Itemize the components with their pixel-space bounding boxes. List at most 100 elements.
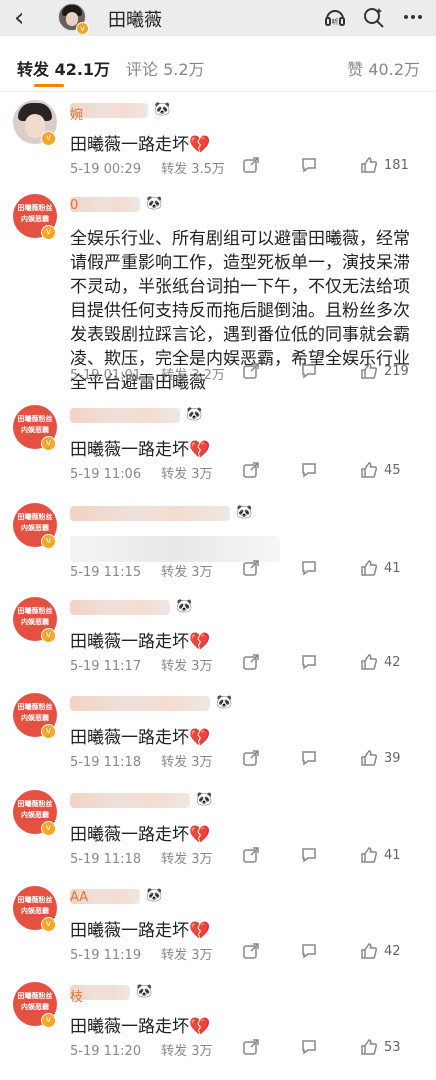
timestamp: 5-19 11:18 — [70, 852, 142, 867]
comment-icon[interactable] — [300, 461, 318, 483]
thumbs-up-icon[interactable] — [360, 362, 378, 384]
avatar-logo-text: 田曦薇粉丝 内娱恶霸 — [17, 800, 53, 819]
panda-icon: 🐼 — [154, 102, 171, 117]
panda-icon: 🐼 — [236, 505, 253, 520]
username[interactable] — [70, 507, 210, 523]
avatar-logo-text: 田曦薇粉丝 内娱恶霸 — [17, 896, 53, 915]
timestamp: 5-19 11:06 — [70, 467, 142, 482]
comment-icon[interactable] — [300, 156, 318, 178]
share-icon[interactable] — [242, 653, 260, 675]
share-icon[interactable] — [242, 749, 260, 771]
share-icon[interactable] — [242, 1038, 260, 1060]
share-icon[interactable] — [242, 156, 260, 178]
thumbs-up-icon[interactable] — [360, 461, 378, 483]
username[interactable]: 0 — [70, 198, 210, 214]
comment-meta: 5-19 11:06 转发 3万 — [70, 463, 213, 482]
verified-badge-icon: v — [41, 724, 56, 739]
avatar-logo-text: 田曦薇粉丝 内娱恶霸 — [17, 513, 53, 532]
tab-comments[interactable]: 评论 5.2万 — [126, 56, 205, 80]
comment-text: 田曦薇一路走坏💔 — [70, 440, 211, 460]
comment-actions: 39 — [236, 749, 436, 769]
comment-icon[interactable] — [300, 846, 318, 868]
repost-count: 转发 3.5万 — [161, 162, 225, 177]
panda-icon: 🐼 — [216, 695, 233, 710]
comment-actions: 219 — [236, 362, 436, 382]
panda-icon: 🐼 — [146, 196, 163, 211]
thumbs-up-icon[interactable] — [360, 942, 378, 964]
thumbs-up-icon[interactable] — [360, 846, 378, 868]
username[interactable]: 婉 — [70, 104, 210, 120]
comment-text: 田曦薇一路走坏💔 — [70, 921, 211, 941]
more-icon[interactable] — [400, 6, 426, 30]
comment-meta: 5-19 11:19 转发 3万 — [70, 944, 213, 963]
timestamp: 5-19 01:01 — [70, 368, 142, 383]
share-icon[interactable] — [242, 461, 260, 483]
comment-actions: 45 — [236, 461, 436, 481]
share-icon[interactable] — [242, 846, 260, 868]
timestamp: 5-19 11:15 — [70, 565, 142, 580]
avatar-logo-text: 田曦薇粉丝 内娱恶霸 — [17, 703, 53, 722]
thumbs-up-icon[interactable] — [360, 559, 378, 581]
username[interactable] — [70, 697, 210, 713]
comment-meta: 5-19 01:01 转发 3.2万 — [70, 364, 225, 383]
share-icon[interactable] — [242, 559, 260, 581]
search-star-icon[interactable] — [361, 6, 387, 30]
verified-badge-icon: v — [41, 131, 56, 146]
panda-icon: 🐼 — [196, 792, 213, 807]
comment-icon[interactable] — [300, 653, 318, 675]
repost-count: 转发 3.2万 — [161, 368, 225, 383]
chevron-left-icon[interactable]: ‹ — [14, 5, 24, 31]
thumbs-up-icon[interactable] — [360, 1038, 378, 1060]
comment-icon[interactable] — [300, 362, 318, 384]
repost-count: 转发 3万 — [161, 565, 213, 580]
svg-text:听: 听 — [331, 17, 338, 26]
like-count: 42 — [384, 944, 401, 959]
thumbs-up-icon[interactable] — [360, 653, 378, 675]
comment-text: 田曦薇一路走坏💔 — [70, 728, 211, 748]
thumbs-up-icon[interactable] — [360, 156, 378, 178]
verified-badge-icon: v — [41, 821, 56, 836]
share-icon[interactable] — [242, 362, 260, 384]
tab-repost[interactable]: 转发 42.1万 — [17, 56, 110, 80]
avatar-logo-text: 田曦薇粉丝 内娱恶霸 — [17, 204, 53, 223]
top-actions: 听 — [314, 6, 426, 32]
like-count: 39 — [384, 751, 401, 766]
timestamp: 5-19 00:29 — [70, 162, 142, 177]
comment-text: 田曦薇一路走坏💔 — [70, 632, 211, 652]
comment-actions: 181 — [236, 156, 436, 176]
username[interactable]: AA — [70, 890, 210, 906]
like-count: 41 — [384, 561, 401, 576]
verified-badge-icon: v — [41, 225, 56, 240]
comment-actions: 42 — [236, 942, 436, 962]
repost-count: 转发 3万 — [161, 852, 213, 867]
verified-badge-icon: v — [41, 534, 56, 549]
comment-icon[interactable] — [300, 1038, 318, 1060]
listen-icon[interactable]: 听 — [322, 6, 348, 30]
comment-actions: 41 — [236, 559, 436, 579]
comment-icon[interactable] — [300, 749, 318, 771]
repost-count: 转发 3万 — [161, 948, 213, 963]
repost-count: 转发 3万 — [161, 659, 213, 674]
repost-count: 转发 3万 — [161, 1044, 213, 1059]
comment-text: 田曦薇一路走坏💔 — [70, 825, 211, 845]
share-icon[interactable] — [242, 942, 260, 964]
avatar-logo-text: 田曦薇粉丝 内娱恶霸 — [17, 992, 53, 1011]
comment-meta: 5-19 11:18 转发 3万 — [70, 848, 213, 867]
panda-icon: 🐼 — [146, 888, 163, 903]
tab-likes[interactable]: 赞 40.2万 — [347, 56, 420, 80]
tab-bar: 转发 42.1万 评论 5.2万 赞 40.2万 — [0, 36, 436, 92]
avatar-logo-text: 田曦薇粉丝 内娱恶霸 — [17, 607, 53, 626]
comment-actions: 53 — [236, 1038, 436, 1058]
verified-badge-icon: v — [41, 628, 56, 643]
username[interactable] — [70, 794, 210, 810]
comment-text: 田曦薇一路走坏💔 — [70, 135, 211, 155]
comment-meta: 5-19 00:29 转发 3.5万 — [70, 158, 225, 177]
like-count: 181 — [384, 158, 409, 173]
comment-text: 田曦薇一路走坏💔 — [70, 1017, 211, 1037]
thumbs-up-icon[interactable] — [360, 749, 378, 771]
comment-actions: 41 — [236, 846, 436, 866]
divider — [0, 91, 436, 92]
comment-icon[interactable] — [300, 559, 318, 581]
comment-icon[interactable] — [300, 942, 318, 964]
verified-badge-icon: v — [41, 436, 56, 451]
